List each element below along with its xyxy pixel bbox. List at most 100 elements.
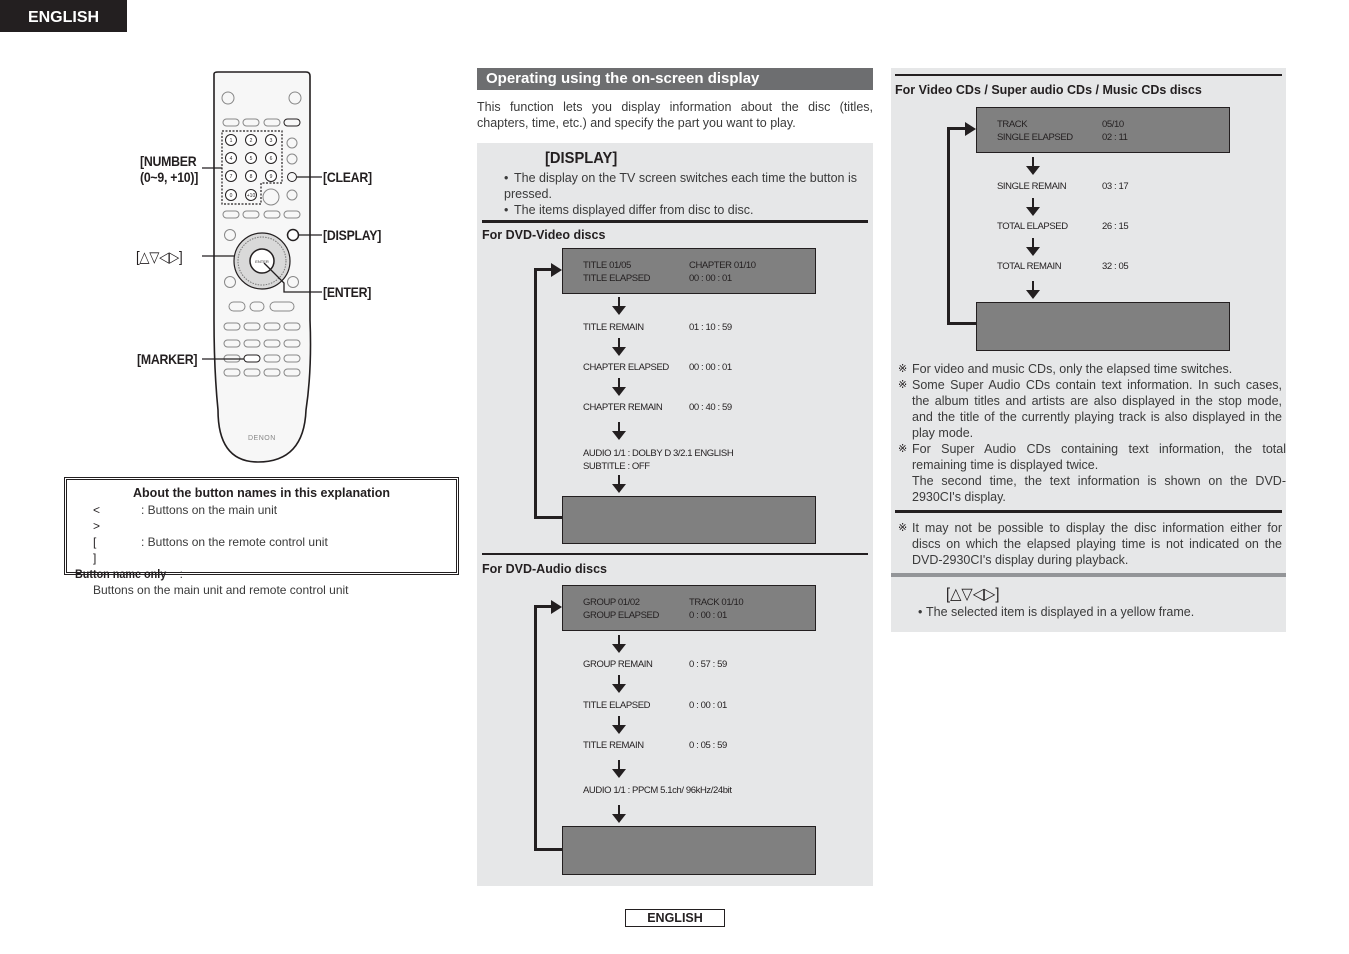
arrow-down-icon bbox=[612, 475, 626, 493]
step-label: TOTAL REMAIN bbox=[997, 261, 1062, 272]
cursor-button-title: [△▽◁▷] bbox=[946, 586, 1000, 603]
loop-line bbox=[534, 605, 537, 850]
arrow-down-icon bbox=[1026, 198, 1040, 216]
note-mark-icon: ※ bbox=[898, 443, 908, 455]
loop-arrow-icon bbox=[551, 263, 562, 277]
step-label: CHAPTER REMAIN bbox=[583, 402, 663, 413]
about-symbol: [ ] bbox=[93, 535, 115, 565]
loop-line bbox=[534, 516, 562, 519]
svg-text:9: 9 bbox=[270, 174, 273, 180]
remote-brand-logo: DENON bbox=[248, 435, 276, 442]
svg-text:7: 7 bbox=[230, 174, 233, 180]
cd-heading: For Video CDs / Super audio CDs / Music … bbox=[895, 83, 1202, 97]
svg-text:+10: +10 bbox=[247, 193, 256, 199]
loop-arrow-icon bbox=[965, 122, 976, 136]
step-value: 0 : 57 : 59 bbox=[689, 659, 727, 670]
step-label: SINGLE REMAIN bbox=[997, 181, 1067, 192]
osd-line1-label: TITLE 01/05 bbox=[583, 260, 631, 271]
language-tab: ENGLISH bbox=[0, 0, 127, 32]
divider bbox=[482, 553, 868, 555]
note-text: For video and music CDs, only the elapse… bbox=[912, 362, 1233, 376]
step-label: CHAPTER ELAPSED bbox=[583, 362, 669, 373]
section-title: Operating using the on-screen display bbox=[477, 68, 873, 90]
osd-blank-screen bbox=[976, 302, 1230, 351]
loop-arrow-icon bbox=[551, 600, 562, 614]
osd-first-screen bbox=[562, 248, 816, 294]
osd-line1-label: TRACK bbox=[997, 119, 1028, 130]
audio-line: AUDIO 1/1 : DOLBY D 3/2.1 ENGLISH bbox=[583, 448, 734, 459]
remote-control-illustration: 1 2 3 4 5 6 7 8 9 0 +10 ENTER [NUMBER (0… bbox=[130, 70, 400, 470]
display-button bbox=[286, 228, 300, 242]
arrow-down-icon bbox=[1026, 238, 1040, 256]
step-value: 32 : 05 bbox=[1102, 261, 1129, 272]
callout-number: [NUMBER bbox=[140, 153, 197, 169]
callout-number-range: (0~9, +10)] bbox=[140, 169, 199, 185]
loop-line bbox=[947, 322, 976, 325]
about-box-title: About the button names in this explanati… bbox=[133, 486, 390, 500]
step-value: 0 : 05 : 59 bbox=[689, 740, 727, 751]
remote-control-drawing: 1 2 3 4 5 6 7 8 9 0 +10 ENTER bbox=[202, 71, 322, 463]
cursor-bullet: • The selected item is displayed in a yel… bbox=[918, 605, 1195, 619]
osd-line1-label: GROUP 01/02 bbox=[583, 597, 640, 608]
about-row-remote: [ ] : Buttons on the remote control unit bbox=[75, 534, 448, 566]
loop-line bbox=[534, 848, 562, 851]
button-name-only-text: Buttons on the main unit and remote cont… bbox=[93, 583, 349, 597]
svg-text:4: 4 bbox=[230, 156, 233, 162]
step-value: 00 : 00 : 01 bbox=[689, 362, 732, 373]
about-button-names-box: About the button names in this explanati… bbox=[64, 477, 459, 597]
divider bbox=[895, 510, 1282, 513]
note-text: It may not be possible to display the di… bbox=[912, 521, 1282, 567]
dvd-video-heading: For DVD-Video discs bbox=[482, 228, 606, 242]
subtitle-line: SUBTITLE : OFF bbox=[583, 461, 650, 472]
colon: : bbox=[176, 567, 184, 581]
callout-clear: [CLEAR] bbox=[323, 169, 372, 185]
loop-line bbox=[534, 268, 537, 518]
display-bullet-2: • The items displayed differ from disc to… bbox=[504, 203, 754, 217]
step-label: TITLE REMAIN bbox=[583, 322, 644, 333]
loop-line bbox=[534, 268, 552, 271]
step-value: 00 : 40 : 59 bbox=[689, 402, 732, 413]
display-button-title: [DISPLAY] bbox=[545, 150, 618, 167]
arrow-down-icon bbox=[612, 716, 626, 734]
step-value: 0 : 00 : 01 bbox=[689, 700, 727, 711]
divider bbox=[891, 573, 1286, 577]
svg-text:8: 8 bbox=[250, 174, 253, 180]
svg-text:0: 0 bbox=[230, 193, 233, 199]
osd-line1-value: TRACK 01/10 bbox=[689, 597, 744, 608]
svg-text:1: 1 bbox=[230, 138, 233, 144]
arrow-down-icon bbox=[612, 805, 626, 823]
callout-enter: [ENTER] bbox=[323, 284, 372, 300]
display-bullet-1: • The display on the TV screen switches e… bbox=[504, 171, 858, 201]
note-mark-icon: ※ bbox=[898, 379, 908, 391]
osd-line1-value: CHAPTER 01/10 bbox=[689, 260, 756, 271]
about-row-name-only: Button name only : bbox=[75, 566, 448, 582]
svg-text:2: 2 bbox=[250, 138, 253, 144]
arrow-down-icon bbox=[612, 338, 626, 356]
osd-line2-label: TITLE ELAPSED bbox=[583, 273, 651, 284]
about-symbol: < > bbox=[93, 503, 119, 533]
note-mark-icon: ※ bbox=[898, 522, 908, 534]
osd-line2-label: SINGLE ELAPSED bbox=[997, 132, 1073, 143]
button-name-only-label: Button name only bbox=[75, 567, 167, 581]
step-label: TITLE ELAPSED bbox=[583, 700, 651, 711]
step-value: 26 : 15 bbox=[1102, 221, 1129, 232]
about-text: : Buttons on the remote control unit bbox=[141, 535, 328, 549]
loop-line bbox=[534, 605, 552, 608]
svg-text:3: 3 bbox=[270, 138, 273, 144]
note-text: The second time, the text information is… bbox=[912, 474, 1286, 504]
arrow-down-icon bbox=[612, 378, 626, 396]
arrow-down-icon bbox=[612, 675, 626, 693]
svg-text:ENTER: ENTER bbox=[255, 259, 269, 264]
osd-blank-screen bbox=[562, 496, 816, 544]
bullet-text: The items displayed differ from disc to … bbox=[514, 203, 754, 217]
arrow-down-icon bbox=[612, 422, 626, 440]
callout-marker: [MARKER] bbox=[137, 351, 198, 367]
osd-first-screen bbox=[562, 585, 816, 631]
osd-line2-value: 0 : 00 : 01 bbox=[689, 610, 727, 621]
about-row-main-unit: < > : Buttons on the main unit bbox=[75, 502, 448, 534]
note-text: Some Super Audio CDs contain text inform… bbox=[912, 378, 1282, 440]
osd-line1-value: 05/10 bbox=[1102, 119, 1124, 130]
footer-language-label: ENGLISH bbox=[625, 909, 725, 927]
note-text: For Super Audio CDs containing text info… bbox=[912, 442, 1286, 472]
arrow-down-icon bbox=[612, 297, 626, 315]
